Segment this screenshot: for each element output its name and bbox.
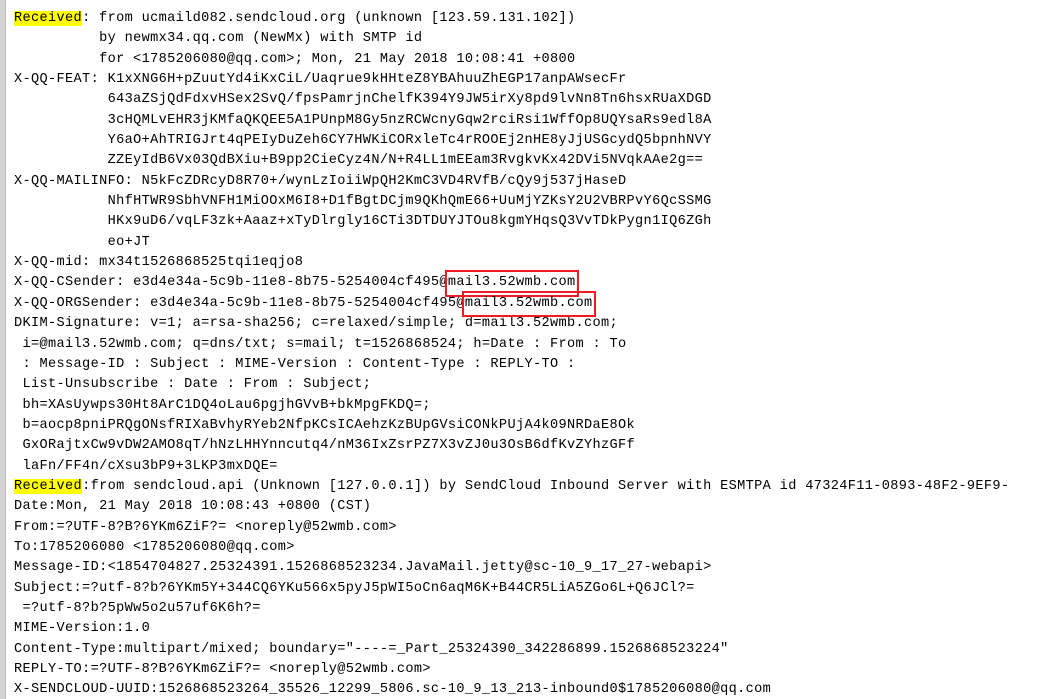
header-line-x-sendcloud-uuid: X-SENDCLOUD-UUID:1526868523264_35526_122…	[14, 680, 1044, 699]
header-text-segment: Y6aO+AhTRIGJrt4qPEIyDuZeh6CY7HWKiCORxleT…	[14, 133, 712, 149]
header-text-segment: Subject:=?utf-8?b?6YKm5Y+344CQ6YKu566x5p…	[14, 580, 695, 596]
header-text-segment: =?utf-8?b?5pWw5o2u57uf6K6h?=	[14, 600, 261, 616]
header-text-segment: 3cHQMLvEHR3jKMfaQKQEE5A1PUnpM8Gy5nzRCWcn…	[14, 112, 712, 128]
header-text-segment: To:1785206080 <1785206080@qq.com>	[14, 539, 295, 555]
annotated-sender-domain: mail3.52wmb.com	[461, 290, 596, 318]
header-text-segment: X-QQ-MAILINFO: N5kFcZDRcyD8R70+/wynLzIoi…	[14, 173, 627, 189]
header-line-x-qq-mailinfo-4: eo+JT	[14, 233, 1044, 253]
header-line-from: From:=?UTF-8?B?6YKm6ZiF?= <noreply@52wmb…	[14, 518, 1044, 538]
header-text-segment: Date:Mon, 21 May 2018 10:08:43 +0800 (CS…	[14, 499, 372, 515]
header-text-segment: eo+JT	[14, 234, 151, 250]
header-text-segment: i=@mail3.52wmb.com; q=dns/txt; s=mail; t…	[14, 336, 627, 352]
header-line-dkim-i: i=@mail3.52wmb.com; q=dns/txt; s=mail; t…	[14, 335, 1044, 355]
header-line-dkim-signature: DKIM-Signature: v=1; a=rsa-sha256; c=rel…	[14, 314, 1044, 334]
header-line-received-1-for: for <1785206080@qq.com>; Mon, 21 May 201…	[14, 50, 1044, 70]
header-line-received-1: Received: from ucmaild082.sendcloud.org …	[14, 9, 1044, 29]
header-text-segment: HKx9uD6/vqLF3zk+Aaaz+xTyDlrgly16CTi3DTDU…	[14, 214, 712, 230]
header-line-dkim-b3: laFn/FF4n/cXsu3bP9+3LKP3mxDQE=	[14, 457, 1044, 477]
header-text-segment: List-Unsubscribe : Date : From : Subject…	[14, 377, 372, 393]
header-line-mime-version: MIME-Version:1.0	[14, 619, 1044, 639]
header-text-segment: X-SENDCLOUD-UUID:1526868523264_35526_122…	[14, 682, 772, 698]
header-text-segment: laFn/FF4n/cXsu3bP9+3LKP3mxDQE=	[14, 458, 278, 474]
header-text-segment: bh=XAsUywps30Ht8ArC1DQ4oLau6pgjhGVvB+bkM…	[14, 397, 431, 413]
header-line-dkim-h3: List-Unsubscribe : Date : From : Subject…	[14, 375, 1044, 395]
header-text-segment: :from sendcloud.api (Unknown [127.0.0.1]…	[82, 478, 1010, 494]
header-line-x-qq-feat: X-QQ-FEAT: K1xXNG6H+pZuutYd4iKxCiL/Uaqru…	[14, 70, 1044, 90]
header-text-segment: ZZEyIdB6Vx03QdBXiu+B9pp2CieCyz4N/N+R4LL1…	[14, 153, 704, 169]
header-line-reply-to: REPLY-TO:=?UTF-8?B?6YKm6ZiF?= <noreply@5…	[14, 660, 1044, 680]
header-line-x-qq-mailinfo-2: NhfHTWR9SbhVNFH1MiOOxM6I8+D1fBgtDCjm9QKh…	[14, 192, 1044, 212]
header-line-x-qq-mid: X-QQ-mid: mx34t1526868525tqi1eqjo8	[14, 253, 1044, 273]
annotated-sender-domain: mail3.52wmb.com	[444, 270, 579, 297]
header-line-x-qq-csender: X-QQ-CSender: e3d4e34a-5c9b-11e8-8b75-52…	[14, 270, 1044, 297]
header-text-segment: b=aocp8pniPRQgONsfRIXaBvhyRYeb2NfpKCsICA…	[14, 417, 636, 433]
header-text-segment: MIME-Version:1.0	[14, 621, 151, 637]
header-text-segment: GxORajtxCw9vDW2AMO8qT/hNzLHHYnncutq4/nM3…	[14, 438, 636, 454]
header-line-subject: Subject:=?utf-8?b?6YKm5Y+344CQ6YKu566x5p…	[14, 579, 1044, 599]
header-text-segment: by newmx34.qq.com (NewMx) with SMTP id	[14, 31, 423, 47]
header-line-x-qq-feat-4: Y6aO+AhTRIGJrt4qPEIyDuZeh6CY7HWKiCORxleT…	[14, 131, 1044, 151]
header-text-segment: for <1785206080@qq.com>; Mon, 21 May 201…	[14, 51, 576, 67]
header-text-segment: DKIM-Signature: v=1; a=rsa-sha256; c=rel…	[14, 316, 619, 332]
header-line-dkim-bh: bh=XAsUywps30Ht8ArC1DQ4oLau6pgjhGVvB+bkM…	[14, 396, 1044, 416]
email-header-source-text: Received: from ucmaild082.sendcloud.org …	[14, 9, 1044, 699]
header-line-dkim-b: b=aocp8pniPRQgONsfRIXaBvhyRYeb2NfpKCsICA…	[14, 416, 1044, 436]
header-line-received-1-by: by newmx34.qq.com (NewMx) with SMTP id	[14, 29, 1044, 49]
header-line-dkim-b2: GxORajtxCw9vDW2AMO8qT/hNzLHHYnncutq4/nM3…	[14, 436, 1044, 456]
header-line-subject-2: =?utf-8?b?5pWw5o2u57uf6K6h?=	[14, 599, 1044, 619]
left-gutter-strip	[0, 0, 6, 699]
header-text-segment: X-QQ-ORGSender: e3d4e34a-5c9b-11e8-8b75-…	[14, 295, 465, 311]
header-text-segment: 643aZSjQdFdxvHSex2SvQ/fpsPamrjnChelfK394…	[14, 92, 712, 108]
highlighted-received-keyword: Received	[14, 11, 83, 26]
header-text-segment: : Message-ID : Subject : MIME-Version : …	[14, 356, 576, 372]
header-line-x-qq-mailinfo-3: HKx9uD6/vqLF3zk+Aaaz+xTyDlrgly16CTi3DTDU…	[14, 212, 1044, 232]
header-text-segment: Message-ID:<1854704827.25324391.15268685…	[14, 560, 712, 576]
header-line-received-2: Received:from sendcloud.api (Unknown [12…	[14, 477, 1044, 497]
header-line-x-qq-feat-5: ZZEyIdB6Vx03QdBXiu+B9pp2CieCyz4N/N+R4LL1…	[14, 151, 1044, 171]
header-line-date: Date:Mon, 21 May 2018 10:08:43 +0800 (CS…	[14, 497, 1044, 517]
header-text-segment: REPLY-TO:=?UTF-8?B?6YKm6ZiF?= <noreply@5…	[14, 662, 431, 677]
header-line-dkim-h2: : Message-ID : Subject : MIME-Version : …	[14, 355, 1044, 375]
header-line-x-qq-orgsender: X-QQ-ORGSender: e3d4e34a-5c9b-11e8-8b75-…	[14, 290, 1044, 318]
header-text-segment: X-QQ-FEAT: K1xXNG6H+pZuutYd4iKxCiL/Uaqru…	[14, 72, 627, 88]
header-text-segment: X-QQ-mid: mx34t1526868525tqi1eqjo8	[14, 255, 304, 271]
header-text-segment: : from ucmaild082.sendcloud.org (unknown…	[82, 11, 576, 26]
header-line-to: To:1785206080 <1785206080@qq.com>	[14, 538, 1044, 558]
header-line-x-qq-feat-2: 643aZSjQdFdxvHSex2SvQ/fpsPamrjnChelfK394…	[14, 90, 1044, 110]
header-text-segment: NhfHTWR9SbhVNFH1MiOOxM6I8+D1fBgtDCjm9QKh…	[14, 194, 712, 210]
header-text-segment: Content-Type:multipart/mixed; boundary="…	[14, 641, 729, 657]
highlighted-received-keyword: Received	[14, 478, 83, 494]
header-text-segment: X-QQ-CSender: e3d4e34a-5c9b-11e8-8b75-52…	[14, 275, 448, 291]
header-line-x-qq-feat-3: 3cHQMLvEHR3jKMfaQKQEE5A1PUnpM8Gy5nzRCWcn…	[14, 111, 1044, 131]
header-text-segment: From:=?UTF-8?B?6YKm6ZiF?= <noreply@52wmb…	[14, 519, 397, 535]
header-line-content-type: Content-Type:multipart/mixed; boundary="…	[14, 640, 1044, 660]
header-line-x-qq-mailinfo: X-QQ-MAILINFO: N5kFcZDRcyD8R70+/wynLzIoi…	[14, 172, 1044, 192]
header-line-message-id: Message-ID:<1854704827.25324391.15268685…	[14, 558, 1044, 578]
